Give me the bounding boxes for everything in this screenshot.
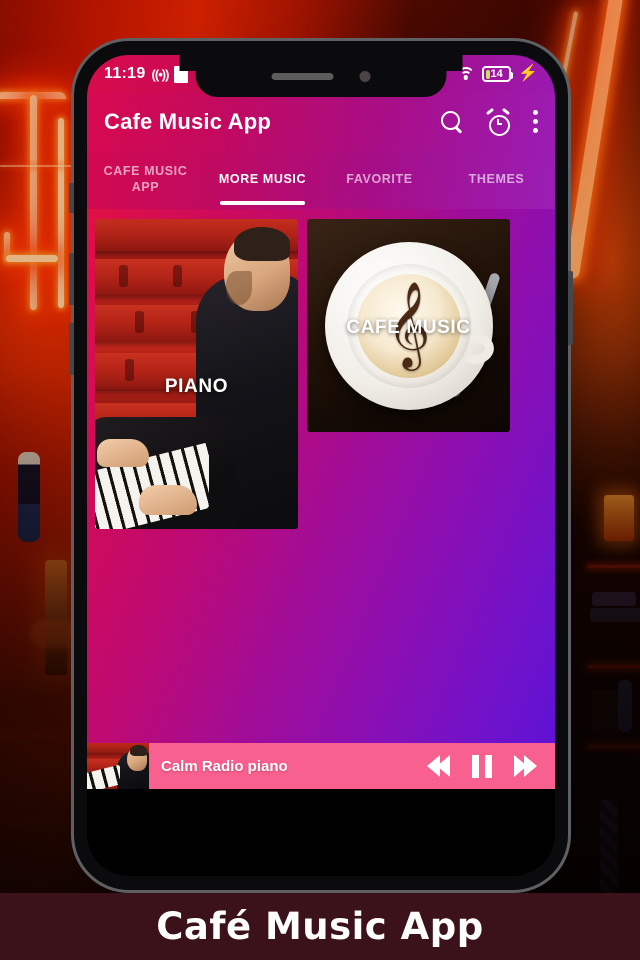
background-lamp — [45, 560, 67, 675]
app-bar: Cafe Music App — [87, 93, 555, 151]
overflow-menu-icon[interactable] — [532, 110, 538, 134]
neon-tube-icon — [0, 92, 66, 99]
notch-corner-left — [178, 55, 196, 72]
notch-corner-right — [446, 55, 464, 72]
status-time: 11:19 — [104, 65, 146, 82]
tab-favorite[interactable]: FAVORITE — [321, 151, 438, 209]
earpiece-speaker — [271, 72, 334, 80]
background-person — [18, 452, 40, 542]
player-bar: Calm Radio piano — [149, 743, 555, 789]
status-bar-left: 11:19 ((•)) — [104, 65, 189, 83]
background-candle — [604, 495, 634, 541]
footer-title: Café Music App — [156, 905, 484, 948]
phone-notch — [178, 55, 464, 97]
search-icon[interactable] — [440, 110, 464, 134]
phone-volume-up-button[interactable] — [69, 253, 74, 305]
background-object — [618, 680, 632, 732]
page-title: Cafe Music App — [104, 109, 272, 134]
player-thumbnail-art — [87, 743, 149, 789]
background-object — [592, 690, 618, 734]
tab-more-music[interactable]: MORE MUSIC — [204, 151, 321, 209]
phone-volume-down-button[interactable] — [69, 323, 74, 375]
player-track-title: Calm Radio piano — [161, 757, 288, 775]
card-grid: PIANO 𝄞 CAFE MUSIC — [95, 219, 547, 529]
card-label: PIANO — [164, 376, 229, 397]
tab-themes[interactable]: THEMES — [438, 151, 555, 209]
tab-cafe-music-app[interactable]: CAFE MUSIC APP — [87, 151, 204, 209]
tab-label: CAFE MUSIC APP — [103, 164, 188, 194]
cast-icon: ((•)) — [151, 66, 170, 82]
phone-screen: 11:19 ((•)) 14 ⚡ Cafe Music App CAFE MUS… — [87, 55, 555, 876]
previous-track-button[interactable] — [427, 755, 450, 777]
neon-tube-icon — [6, 255, 58, 262]
phone-mute-switch[interactable] — [69, 183, 74, 213]
mini-player: Calm Radio piano — [87, 743, 555, 789]
background-shelf — [588, 565, 640, 568]
neon-tube-icon — [30, 95, 37, 310]
background-shelf — [0, 820, 66, 823]
phone-frame: 11:19 ((•)) 14 ⚡ Cafe Music App CAFE MUS… — [69, 41, 573, 890]
neon-tube-icon — [4, 232, 10, 262]
background-shelf — [588, 665, 640, 668]
card-label: CAFE MUSIC — [346, 317, 471, 338]
phone-power-button[interactable] — [568, 271, 573, 345]
app-bar-actions — [440, 107, 538, 136]
battery-level: 14 — [490, 68, 503, 80]
pause-button[interactable] — [472, 754, 492, 778]
music-card-cafe-music[interactable]: 𝄞 CAFE MUSIC — [307, 219, 510, 432]
footer-banner: Café Music App — [0, 893, 640, 960]
status-bar-right: 14 ⚡ — [456, 66, 538, 82]
phone-mockup: 11:19 ((•)) 14 ⚡ Cafe Music App CAFE MUS… — [69, 38, 573, 893]
player-thumbnail[interactable] — [87, 743, 149, 789]
screenshot-root: 11:19 ((•)) 14 ⚡ Cafe Music App CAFE MUS… — [0, 0, 640, 960]
player-controls — [427, 754, 543, 778]
tab-label: THEMES — [468, 172, 525, 187]
background-object — [590, 608, 640, 622]
tab-label: MORE MUSIC — [218, 172, 307, 187]
background-shelf — [0, 735, 66, 738]
charging-icon: ⚡ — [518, 65, 538, 82]
next-track-button[interactable] — [514, 755, 537, 777]
background-object — [592, 592, 636, 606]
battery-fill — [485, 69, 490, 79]
music-card-piano[interactable]: PIANO — [95, 219, 298, 529]
neon-tube-icon — [564, 0, 626, 280]
background-shelf — [588, 745, 640, 748]
tab-label: FAVORITE — [346, 172, 413, 187]
neon-tube-icon — [58, 118, 64, 308]
neon-tube-icon — [0, 165, 78, 167]
tab-bar: CAFE MUSIC APP MORE MUSIC FAVORITE THEME… — [87, 151, 555, 209]
card-artwork — [95, 219, 298, 529]
battery-icon: 14 — [482, 66, 514, 82]
alarm-clock-icon[interactable] — [485, 107, 511, 136]
tab-active-indicator — [220, 201, 305, 205]
content-area: PIANO 𝄞 CAFE MUSIC Calm Radio piano — [87, 209, 555, 789]
front-camera-icon — [359, 70, 371, 82]
